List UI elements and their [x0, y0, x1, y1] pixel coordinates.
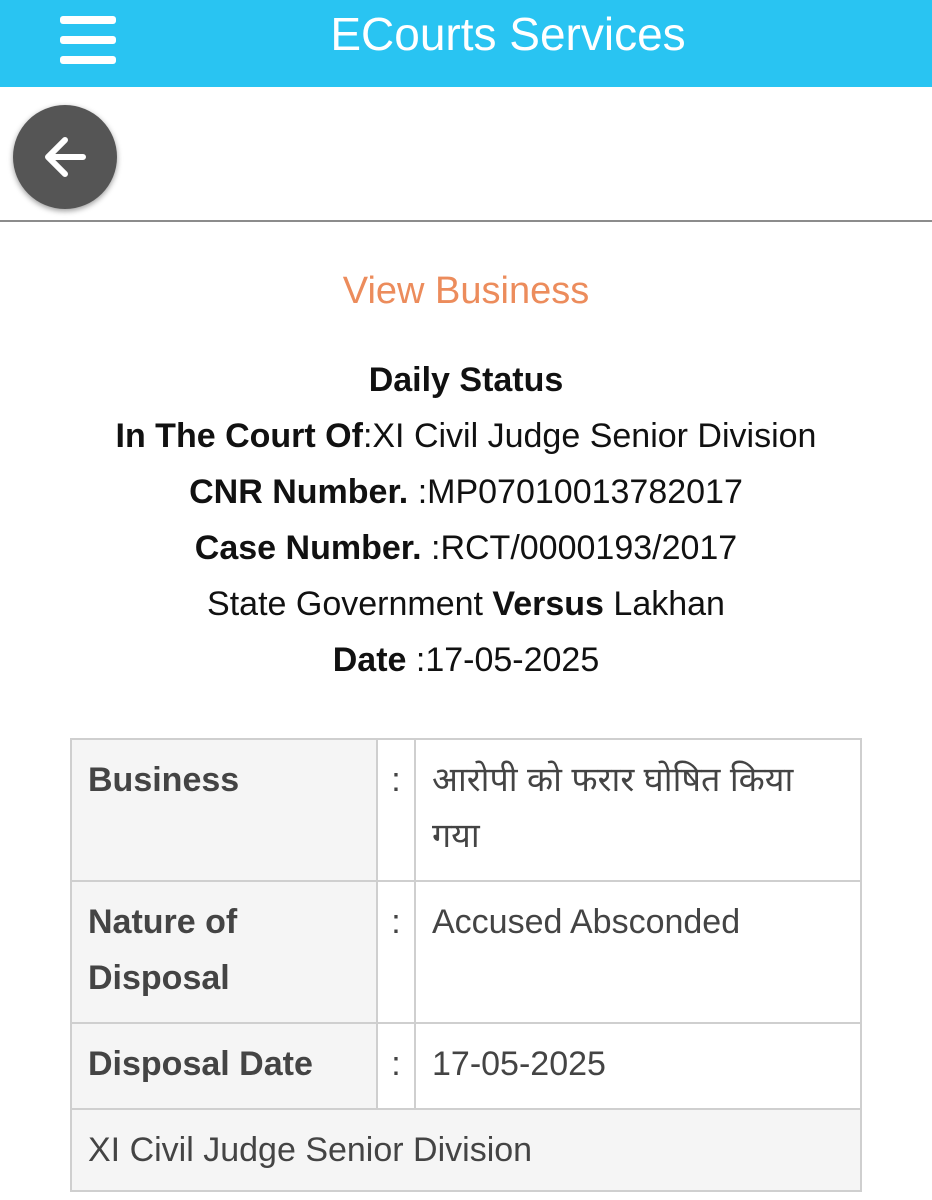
versus-label: Versus	[492, 585, 604, 623]
date-line: Date :17-05-2025	[0, 632, 932, 688]
court-value: :XI Civil Judge Senior Division	[362, 417, 817, 455]
app-title: ECourts Services	[330, 8, 686, 60]
case-line: Case Number. :RCT/0000193/2017	[0, 520, 932, 576]
page-heading: View Business	[342, 270, 590, 312]
cnr-value: :MP07010013782017	[417, 473, 743, 511]
table-row: Disposal Date : 17-05-2025	[70, 1022, 862, 1110]
arrow-left-icon	[45, 137, 86, 177]
row-colon: :	[376, 880, 416, 1024]
table-row: Business : आरोपी को फरार घोषित किया गया	[70, 738, 862, 882]
table-footer-row: XI Civil Judge Senior Division	[70, 1108, 862, 1192]
row-colon: :	[376, 738, 416, 882]
top-app-bar: ECourts Services	[0, 0, 932, 87]
court-label: In The Court Of	[115, 417, 363, 455]
petitioner: State Government	[207, 585, 483, 623]
daily-status-block: Daily Status In The Court Of:XI Civil Ju…	[0, 352, 932, 688]
cnr-label: CNR Number.	[189, 473, 409, 511]
court-footer: XI Civil Judge Senior Division	[70, 1108, 862, 1192]
parties-line: State Government Versus Lakhan	[0, 576, 932, 632]
row-label: Business	[70, 738, 378, 882]
row-value: आरोपी को फरार घोषित किया गया	[414, 738, 862, 882]
court-line: In The Court Of:XI Civil Judge Senior Di…	[0, 408, 932, 464]
respondent: Lakhan	[613, 585, 725, 623]
table-row: Nature of Disposal : Accused Absconded	[70, 880, 862, 1024]
back-bar	[0, 87, 932, 222]
daily-status-title: Daily Status	[368, 361, 564, 399]
case-label: Case Number.	[194, 529, 422, 567]
row-value: 17-05-2025	[414, 1022, 862, 1110]
date-value: :17-05-2025	[415, 641, 600, 679]
row-value: Accused Absconded	[414, 880, 862, 1024]
business-details-table: Business : आरोपी को फरार घोषित किया गया …	[70, 738, 862, 1192]
case-value: :RCT/0000193/2017	[431, 529, 738, 567]
cnr-line: CNR Number. :MP07010013782017	[0, 464, 932, 520]
row-label: Disposal Date	[70, 1022, 378, 1110]
date-label: Date	[332, 641, 407, 679]
row-colon: :	[376, 1022, 416, 1110]
back-button[interactable]	[13, 105, 117, 209]
row-label: Nature of Disposal	[70, 880, 378, 1024]
